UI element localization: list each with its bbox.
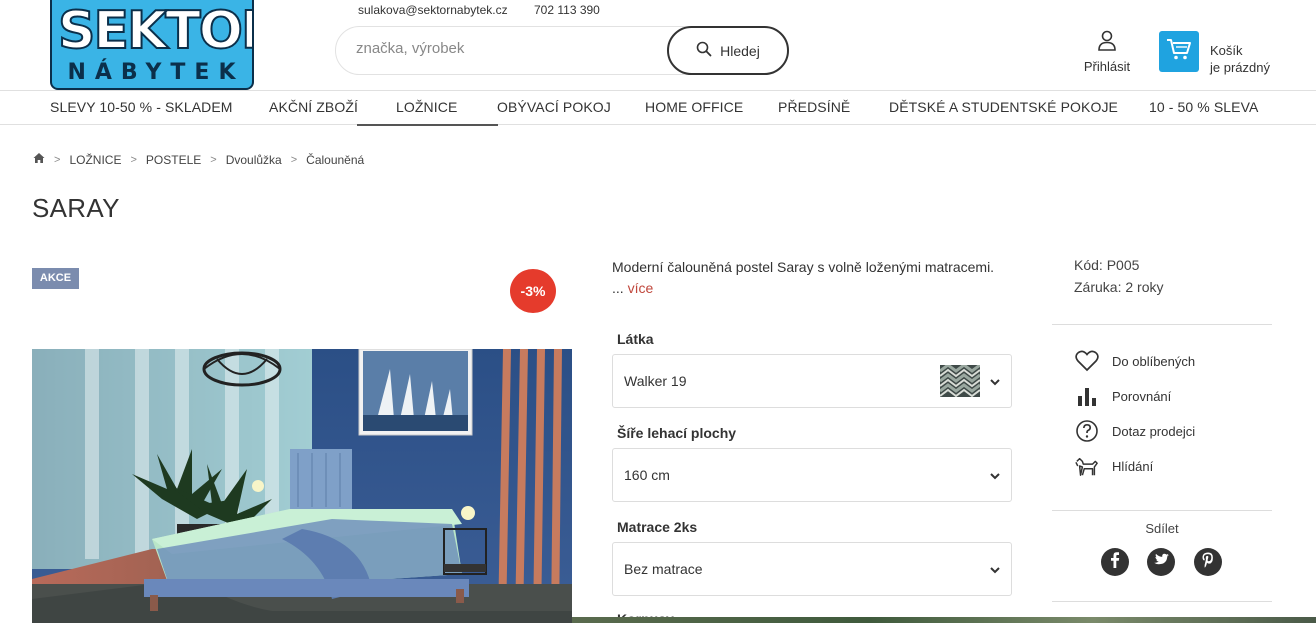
breadcrumb-separator: > (130, 153, 137, 166)
divider (1052, 324, 1272, 325)
breadcrumb-separator: > (54, 153, 61, 166)
contact-email[interactable]: sulakova@sektornabytek.cz (358, 3, 508, 17)
home-icon[interactable] (33, 152, 45, 167)
product-warranty: Záruka: 2 roky (1074, 279, 1164, 295)
breadcrumb-item[interactable]: LOŽNICE (69, 153, 121, 167)
option-label-mattress: Matrace 2ks (617, 519, 698, 535)
more-prefix: ... (612, 280, 624, 296)
discount-badge: -3% (510, 269, 556, 313)
site-logo[interactable]: SEKTOR NÁBYTEK (50, 0, 254, 90)
product-code: Kód: P005 (1074, 257, 1140, 273)
breadcrumb-separator: > (210, 153, 217, 166)
cart-status[interactable]: Košík je prázdný (1210, 42, 1270, 76)
login-label: Přihlásit (1083, 59, 1131, 74)
ask-seller-label: Dotaz prodejci (1112, 423, 1196, 439)
fabric-select-value: Walker 19 (624, 373, 687, 389)
nav-item-obyvaci-pokoj[interactable]: OBÝVACÍ POKOJ (497, 91, 611, 125)
option-label-width: Šíře lehací plochy (617, 425, 737, 441)
breadcrumb-separator: > (290, 153, 298, 166)
bar-chart-icon (1075, 384, 1099, 408)
watchdog-label: Hlídání (1112, 458, 1154, 474)
pinterest-share-button[interactable] (1194, 548, 1222, 576)
contact-phone[interactable]: 702 113 390 (534, 3, 600, 17)
cart-label: Košík (1210, 43, 1243, 58)
logo-text-top: SEKTOR (57, 1, 252, 61)
breadcrumb-item[interactable]: Dvoulůžka (226, 153, 282, 167)
compare-button[interactable]: Porovnání (1075, 383, 1171, 409)
dog-icon (1075, 454, 1099, 478)
breadcrumb-current: Čalouněná (306, 152, 365, 167)
search-icon (696, 41, 712, 60)
ask-seller-button[interactable]: Dotaz prodejci (1075, 418, 1195, 444)
width-select-value: 160 cm (624, 467, 670, 483)
question-icon (1075, 419, 1099, 443)
heart-icon (1075, 349, 1099, 373)
twitter-share-button[interactable] (1147, 548, 1175, 576)
divider (1052, 601, 1272, 602)
favorites-label: Do oblíbených (1112, 353, 1196, 369)
user-icon (1097, 30, 1117, 55)
breadcrumb: > LOŽNICE > POSTELE > Dvoulůžka > Čaloun… (33, 152, 364, 167)
add-to-favorites-button[interactable]: Do oblíbených (1075, 348, 1195, 374)
chevron-down-icon (989, 469, 1001, 487)
width-select[interactable]: 160 cm (612, 448, 1012, 502)
search-input[interactable] (356, 40, 656, 57)
product-description: Moderní čalouněná postel Saray s volně l… (612, 257, 1012, 299)
sale-badge: AKCE (32, 268, 79, 289)
main-navigation: SLEVY 10-50 % - SKLADEM AKČNÍ ZBOŽÍ LOŽN… (0, 90, 1316, 126)
mattress-select-value: Bez matrace (624, 561, 703, 577)
breadcrumb-item[interactable]: POSTELE (146, 153, 201, 167)
pinterest-icon (1201, 552, 1215, 573)
search-button-label: Hledej (720, 42, 760, 59)
page-title: SARAY (32, 193, 120, 223)
nav-item-detske-pokoje[interactable]: DĚTSKÉ A STUDENTSKÉ POKOJE (889, 91, 1118, 125)
background-image-strip (572, 617, 1316, 623)
nav-item-predsine[interactable]: PŘEDSÍNĚ (778, 91, 850, 125)
more-link[interactable]: více (628, 280, 654, 296)
option-label-fabric: Látka (617, 331, 654, 347)
chevron-down-icon (989, 375, 1001, 393)
share-label: Sdílet (1145, 521, 1179, 536)
logo-text-bottom: NÁBYTEK (67, 60, 245, 85)
nav-item-home-office[interactable]: HOME OFFICE (645, 91, 743, 125)
watchdog-button[interactable]: Hlídání (1075, 453, 1153, 479)
chevron-down-icon (989, 563, 1001, 581)
fabric-select[interactable]: Walker 19 (612, 354, 1012, 408)
search-button[interactable]: Hledej (667, 26, 789, 75)
nav-item-sleva[interactable]: 10 - 50 % SLEVA (1149, 91, 1258, 125)
twitter-icon (1153, 553, 1169, 572)
mattress-select[interactable]: Bez matrace (612, 542, 1012, 596)
nav-item-loznice[interactable]: LOŽNICE (356, 91, 500, 126)
nav-item-akcni-zbozi[interactable]: AKČNÍ ZBOŽÍ (269, 91, 358, 125)
divider (1052, 510, 1272, 511)
login-link[interactable]: Přihlásit (1080, 30, 1134, 74)
cart-button[interactable] (1159, 31, 1199, 72)
cart-icon (1166, 37, 1192, 66)
nav-item-slevy-skladem[interactable]: SLEVY 10-50 % - SKLADEM (50, 91, 233, 125)
search-bar: Hledej (335, 26, 789, 75)
cart-empty-label: je prázdný (1210, 60, 1270, 75)
facebook-icon (1109, 551, 1121, 573)
facebook-share-button[interactable] (1101, 548, 1129, 576)
compare-label: Porovnání (1112, 388, 1172, 404)
product-main-image[interactable] (32, 349, 572, 623)
description-text: Moderní čalouněná postel Saray s volně l… (612, 259, 995, 275)
fabric-swatch (939, 363, 981, 398)
